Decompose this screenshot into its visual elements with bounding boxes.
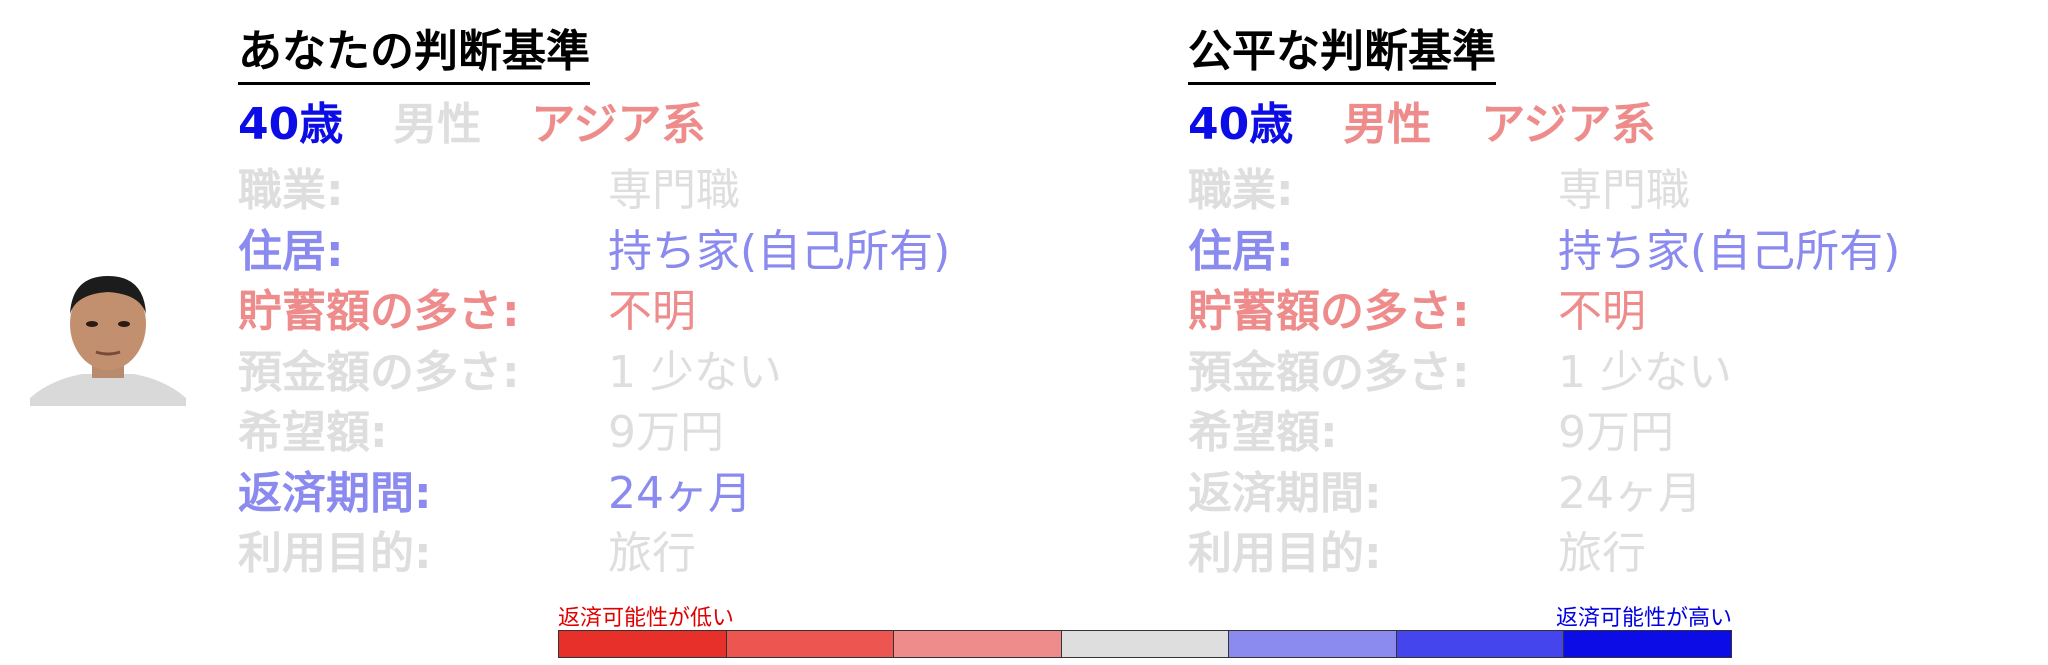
attribute-value: 専門職 [1558, 165, 1690, 216]
attribute-value: 1 少ない [608, 346, 782, 398]
attribute-row-housing: 住居: 持ち家(自己所有) [1188, 222, 2008, 283]
attribute-value: 9万円 [1558, 407, 1674, 458]
attribute-value: 不明 [608, 286, 696, 337]
attribute-value: 不明 [1558, 286, 1646, 337]
attribute-row-purpose: 利用目的: 旅行 [238, 524, 1058, 585]
attribute-label: 貯蓄額の多さ: [1188, 286, 1470, 337]
attribute-value: 旅行 [1558, 528, 1646, 579]
shirt-shape [30, 374, 186, 406]
left-attribute-list: 職業: 専門職 住居: 持ち家(自己所有) 貯蓄額の多さ: 不明 預金額の多さ: 1 少… [238, 161, 1058, 585]
legend-swatch [1229, 631, 1397, 657]
attribute-row-requested-amount: 希望額: 9万円 [1188, 403, 2008, 464]
right-panel-title: 公平な判断基準 [1188, 22, 1496, 85]
attribute-row-savings: 貯蓄額の多さ: 不明 [238, 282, 1058, 343]
legend-labels: 返済可能性が低い 返済可能性が高い [558, 600, 1732, 631]
legend-swatch [726, 631, 895, 657]
attribute-label: 貯蓄額の多さ: [238, 286, 520, 337]
attribute-row-savings: 貯蓄額の多さ: 不明 [1188, 282, 2008, 343]
attribute-label: 職業: [1188, 165, 1294, 216]
legend-swatch [1396, 631, 1565, 657]
attribute-value: 持ち家(自己所有) [1558, 225, 1901, 277]
right-attribute-list: 職業: 専門職 住居: 持ち家(自己所有) 貯蓄額の多さ: 不明 預金額の多さ: 1 少… [1188, 161, 2008, 585]
attribute-label: 希望額: [238, 407, 388, 458]
right-eye-shape [118, 321, 130, 327]
attribute-row-repayment-period: 返済期間: 24ヶ月 [1188, 464, 2008, 525]
attribute-value: 24ヶ月 [1558, 467, 1702, 519]
left-panel-title: あなたの判断基準 [238, 22, 590, 85]
applicant-photo [30, 276, 186, 406]
legend-swatch [559, 631, 727, 657]
repayment-likelihood-legend: 返済可能性が低い 返済可能性が高い [558, 600, 1732, 658]
attribute-row-housing: 住居: 持ち家(自己所有) [238, 222, 1058, 283]
legend-low-label: 返済可能性が低い [558, 606, 735, 631]
attribute-label: 住居: [1188, 225, 1294, 277]
attribute-value: 9万円 [608, 407, 724, 458]
right-demographics: 40歳 男性 アジア系 [1188, 95, 2008, 155]
attribute-label: 希望額: [1188, 407, 1338, 458]
attribute-label: 利用目的: [238, 528, 432, 579]
left-eye-shape [86, 321, 98, 327]
demographic-ethnicity: アジア系 [531, 99, 706, 150]
attribute-value: 24ヶ月 [608, 467, 752, 519]
demographic-age: 40歳 [1188, 99, 1294, 150]
attribute-label: 返済期間: [1188, 467, 1382, 519]
attribute-value: 持ち家(自己所有) [608, 225, 951, 277]
demographic-ethnicity: アジア系 [1481, 99, 1656, 150]
legend-high-label: 返済可能性が高い [1555, 606, 1732, 631]
attribute-value: 1 少ない [1558, 346, 1732, 398]
attribute-label: 職業: [238, 165, 344, 216]
demographic-age: 40歳 [238, 99, 344, 150]
demographic-gender: 男性 [1343, 99, 1432, 150]
attribute-label: 預金額の多さ: [1188, 346, 1470, 398]
legend-color-scale [558, 630, 1732, 658]
attribute-row-occupation: 職業: 専門職 [1188, 161, 2008, 222]
attribute-label: 利用目的: [1188, 528, 1382, 579]
attribute-label: 預金額の多さ: [238, 346, 520, 398]
attribute-row-deposits: 預金額の多さ: 1 少ない [238, 343, 1058, 404]
attribute-row-occupation: 職業: 専門職 [238, 161, 1058, 222]
attribute-row-deposits: 預金額の多さ: 1 少ない [1188, 343, 2008, 404]
legend-swatch [1564, 631, 1732, 657]
legend-swatch [1061, 631, 1230, 657]
legend-swatch [894, 631, 1062, 657]
left-panel: あなたの判断基準 40歳 男性 アジア系 職業: 専門職 住居: 持ち家(自己所有) 貯… [238, 22, 1058, 585]
attribute-value: 旅行 [608, 528, 696, 579]
attribute-label: 返済期間: [238, 467, 432, 519]
demographic-gender: 男性 [393, 99, 482, 150]
attribute-label: 住居: [238, 225, 344, 277]
attribute-row-repayment-period: 返済期間: 24ヶ月 [238, 464, 1058, 525]
left-demographics: 40歳 男性 アジア系 [238, 95, 1058, 155]
right-panel: 公平な判断基準 40歳 男性 アジア系 職業: 専門職 住居: 持ち家(自己所有) 貯蓄… [1188, 22, 2008, 585]
attribute-row-requested-amount: 希望額: 9万円 [238, 403, 1058, 464]
attribute-value: 専門職 [608, 165, 740, 216]
attribute-row-purpose: 利用目的: 旅行 [1188, 524, 2008, 585]
